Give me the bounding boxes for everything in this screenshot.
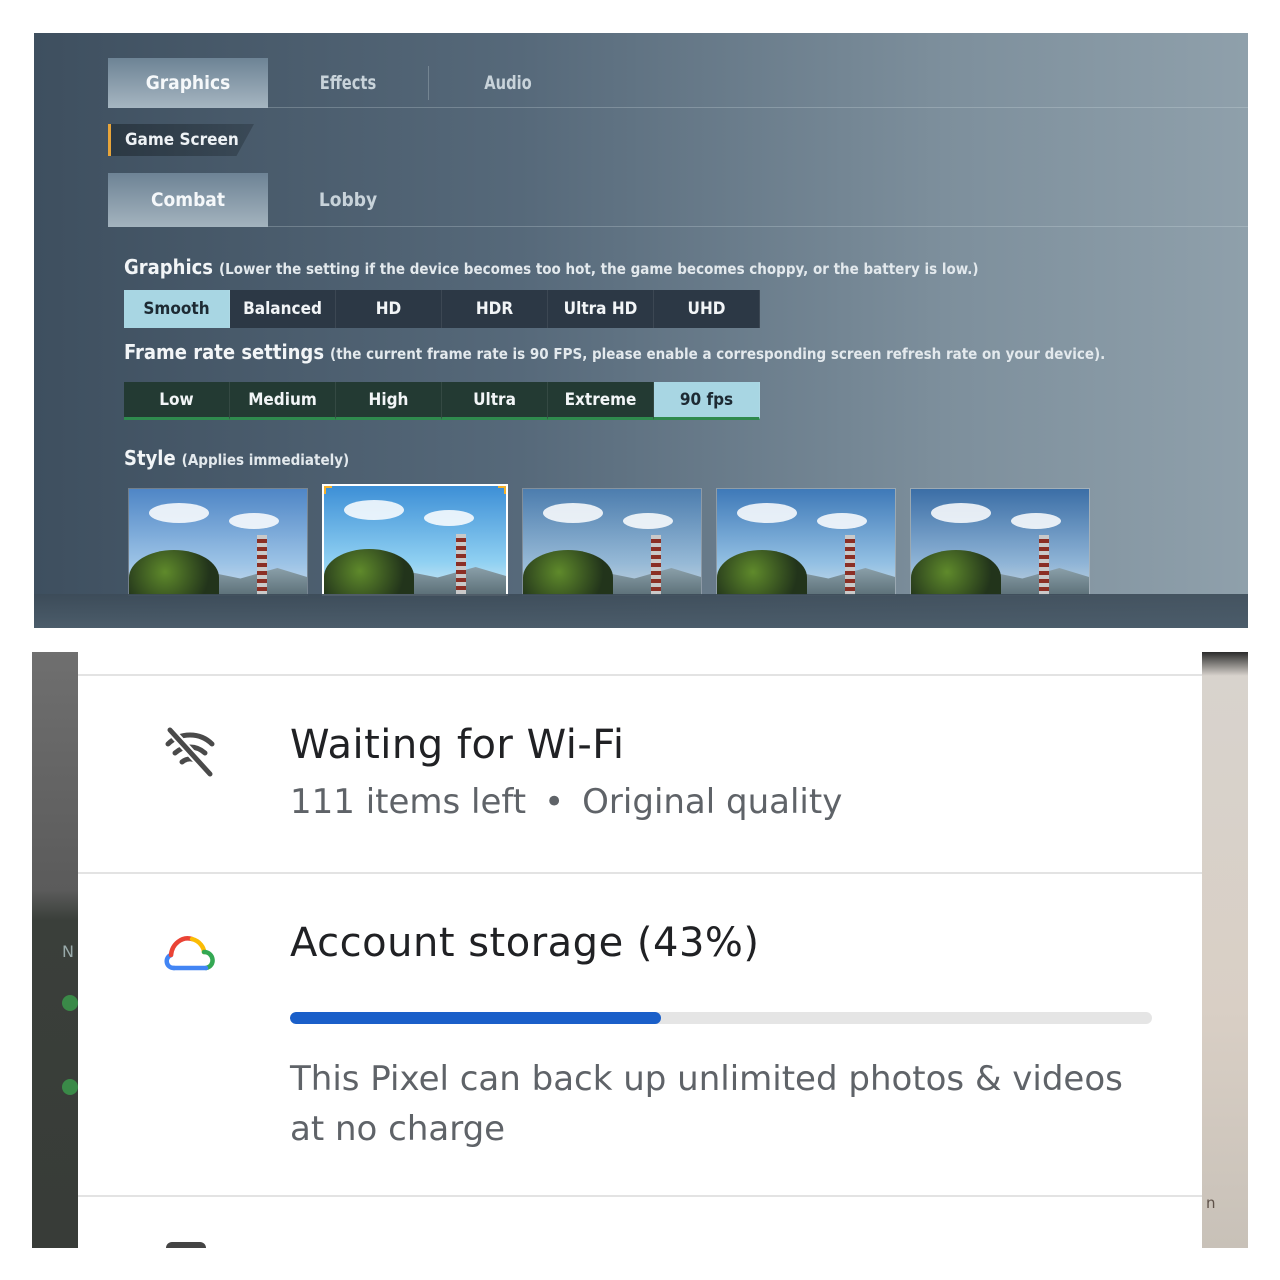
divider (78, 1195, 1202, 1197)
google-cloud-icon (164, 936, 215, 971)
graphics-option-balanced[interactable]: Balanced (230, 290, 336, 328)
tab-divider (428, 66, 429, 100)
frame-rate-note: (the current frame rate is 90 FPS, pleas… (330, 345, 1106, 363)
mode-tab-bar: Combat Lobby (108, 173, 1248, 227)
graphics-heading: Graphics (Lower the setting if the device… (124, 255, 979, 279)
background-app-left: N (32, 652, 78, 1248)
wifi-status-subtitle: 111 items left • Original quality (290, 782, 842, 822)
graphics-option-ultra-hd[interactable]: Ultra HD (548, 290, 654, 328)
fps-option-low[interactable]: Low (124, 382, 230, 420)
bullet-separator: • (544, 782, 565, 822)
style-note: (Applies immediately) (181, 451, 350, 469)
section-label-game-screen: Game Screen (108, 124, 254, 156)
graphics-options: Smooth Balanced HD HDR Ultra HD UHD (124, 290, 760, 328)
frame-rate-heading: Frame rate settings (the current frame ra… (124, 340, 1105, 364)
game-settings-panel: Graphics Effects Audio Game Screen Comba… (34, 33, 1248, 628)
graphics-option-uhd[interactable]: UHD (654, 290, 760, 328)
items-left: 111 items left (290, 782, 527, 822)
style-heading: Style (Applies immediately) (124, 446, 349, 470)
backup-status-panel: N n Waiting for Wi-Fi 111 items left • Ori… (32, 652, 1248, 1248)
graphics-note: (Lower the setting if the device becomes… (219, 260, 979, 278)
background-app-right: n (1202, 652, 1248, 1248)
storage-description: This Pixel can back up unlimited photos … (290, 1059, 1123, 1149)
storage-progress-fill (290, 1012, 661, 1024)
tab-effects[interactable]: Effects (279, 58, 417, 108)
tab-lobby[interactable]: Lobby (268, 173, 428, 227)
style-thumbnails (128, 484, 1090, 596)
graphics-option-hdr[interactable]: HDR (442, 290, 548, 328)
backup-card: Waiting for Wi-Fi 111 items left • Origina… (78, 652, 1202, 1248)
account-storage-title: Account storage (43%) (290, 920, 760, 966)
fps-option-ultra[interactable]: Ultra (442, 382, 548, 420)
style-thumbnail[interactable] (128, 488, 308, 596)
graphics-option-smooth[interactable]: Smooth (124, 290, 230, 328)
backup-quality: Original quality (582, 782, 843, 822)
storage-progress-bar (290, 1012, 1152, 1024)
graphics-title: Graphics (124, 255, 214, 279)
graphics-option-hd[interactable]: HD (336, 290, 442, 328)
fps-option-90fps[interactable]: 90 fps (654, 382, 760, 420)
wifi-status-title: Waiting for Wi-Fi (290, 722, 625, 768)
style-thumbnail[interactable] (910, 488, 1090, 596)
tab-combat[interactable]: Combat (108, 173, 268, 227)
tab-graphics[interactable]: Graphics (108, 58, 268, 108)
next-row-icon (166, 1242, 206, 1248)
style-thumbnail[interactable] (322, 484, 508, 596)
fps-option-extreme[interactable]: Extreme (548, 382, 654, 420)
frame-rate-options: Low Medium High Ultra Extreme 90 fps (124, 382, 760, 420)
selection-corner (324, 486, 332, 494)
selection-corner (498, 486, 506, 494)
tab-audio[interactable]: Audio (439, 58, 577, 108)
fps-option-high[interactable]: High (336, 382, 442, 420)
fps-option-medium[interactable]: Medium (230, 382, 336, 420)
wifi-off-icon (165, 726, 215, 778)
divider (78, 674, 1202, 676)
divider (78, 872, 1202, 874)
settings-tab-bar: Graphics Effects Audio (108, 58, 1248, 108)
style-title: Style (124, 446, 176, 470)
frame-rate-title: Frame rate settings (124, 340, 325, 364)
style-thumbnail[interactable] (522, 488, 702, 596)
style-thumbnail[interactable] (716, 488, 896, 596)
